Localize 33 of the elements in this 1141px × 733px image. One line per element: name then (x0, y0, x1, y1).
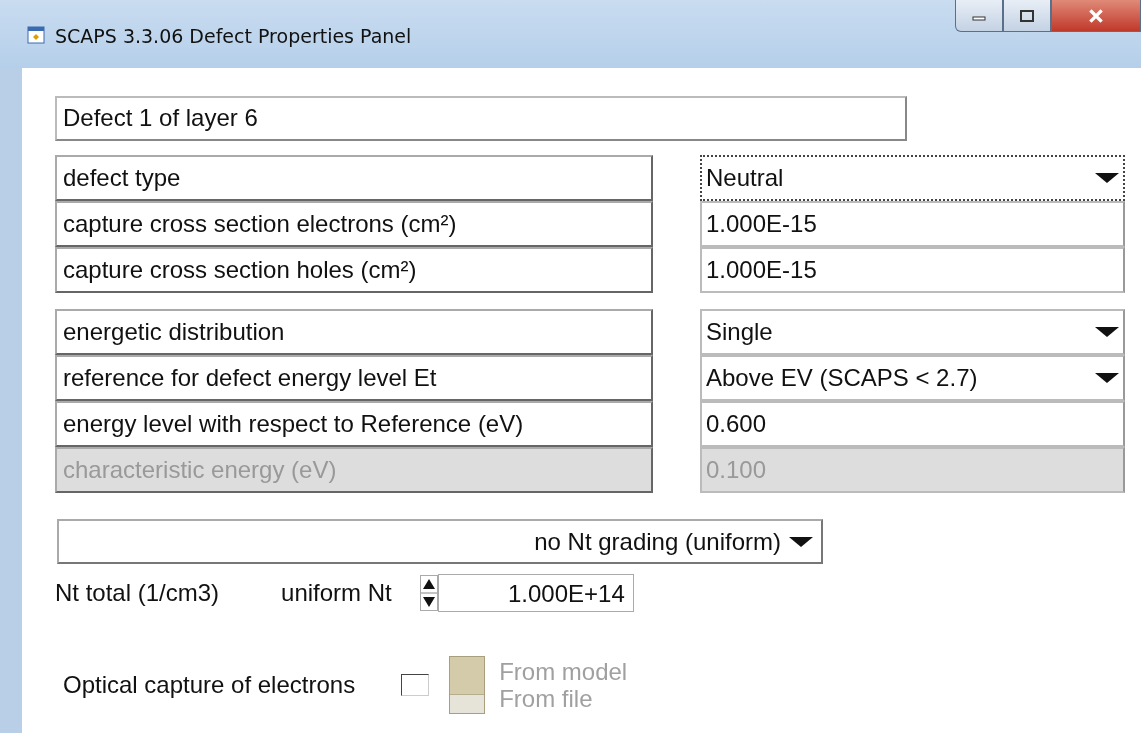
spinner-arrows-icon[interactable] (419, 575, 438, 611)
minimize-button[interactable] (955, 0, 1003, 32)
dropdown[interactable]: Above EV (SCAPS < 2.7) (700, 355, 1125, 401)
close-icon (1087, 7, 1105, 24)
option-label: From model (499, 658, 628, 685)
nt-value-field[interactable]: 1.000E+14 (437, 574, 634, 612)
parameter-label: energy level with respect to Reference (eV) (55, 401, 653, 447)
input-field[interactable]: 0.600 (700, 401, 1125, 447)
parameter-label: defect type (55, 155, 653, 201)
window-title: SCAPS 3.3.06 Defect Properties Panel (55, 26, 412, 46)
parameter-label: capture cross section holes (cm²) (55, 247, 653, 293)
dropdown-arrow-icon (1095, 372, 1119, 384)
dropdown-arrow-icon (1095, 326, 1119, 338)
maximize-button[interactable] (1003, 0, 1051, 32)
nt-total-label: Nt total (1/cm3) (55, 579, 220, 607)
parameter-label: reference for defect energy level Et (55, 355, 653, 401)
close-button[interactable] (1051, 0, 1141, 32)
option-label: From file (499, 685, 594, 712)
input-field[interactable]: 1.000E-15 (700, 201, 1125, 247)
dropdown-arrow-icon (789, 535, 813, 548)
maximize-icon (1019, 9, 1035, 22)
parameter-label: energetic distribution (55, 309, 653, 355)
parameter-label: characteristic energy (eV) (55, 447, 653, 493)
input-field[interactable]: 1.000E-15 (700, 247, 1125, 293)
optical-capture-label: Optical capture of electrons (63, 671, 356, 699)
dropdown-arrow-icon (1095, 172, 1119, 184)
dropdown[interactable]: Single (700, 309, 1125, 355)
dropdown[interactable]: Neutral (700, 155, 1125, 201)
app-icon (27, 26, 45, 44)
uniform-nt-label: uniform Nt (281, 579, 392, 607)
defect-title-field: Defect 1 of layer 6 (55, 96, 907, 141)
parameter-label: capture cross section electrons (cm²) (55, 201, 653, 247)
grading-dropdown[interactable]: no Nt grading (uniform) (57, 519, 823, 564)
